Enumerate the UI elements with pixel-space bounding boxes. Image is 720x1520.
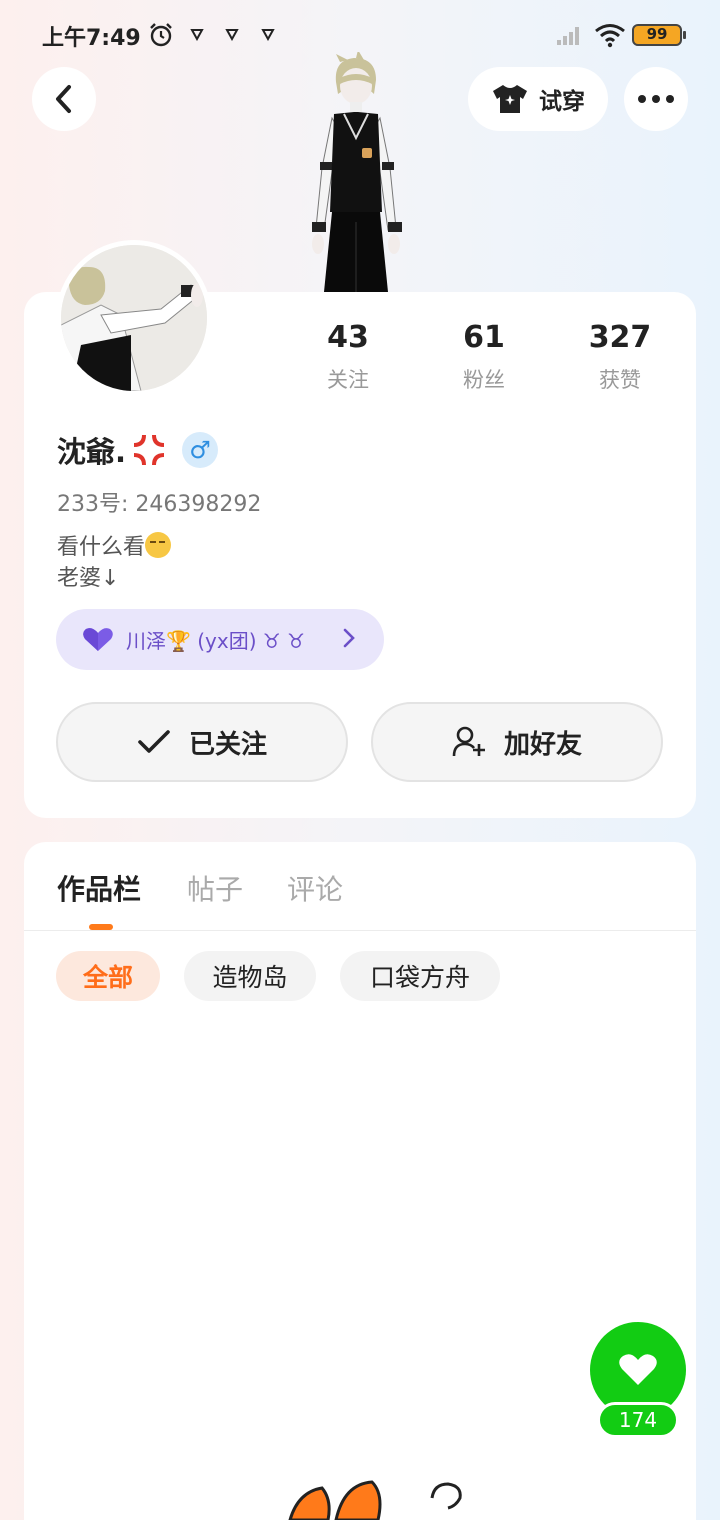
notification-icon bbox=[225, 29, 239, 41]
divider bbox=[24, 930, 696, 931]
check-icon bbox=[138, 730, 170, 753]
tab-comments[interactable]: 评论 bbox=[287, 868, 343, 908]
add-user-icon bbox=[452, 726, 485, 757]
add-friend-button[interactable]: 加好友 bbox=[371, 702, 663, 782]
stat-label: 关注 bbox=[327, 368, 369, 392]
anger-emoji-icon bbox=[133, 434, 165, 466]
more-button[interactable] bbox=[624, 67, 688, 131]
relationship-tag[interactable]: 川泽🏆 (yx团) ♉︎ ♉︎ bbox=[56, 609, 384, 670]
username-row: 沈爺. ♂ bbox=[57, 430, 219, 470]
like-count: 174 bbox=[597, 1402, 679, 1438]
stat-label: 获赞 bbox=[599, 368, 641, 392]
notification-icon bbox=[261, 29, 275, 41]
try-on-label: 试穿 bbox=[539, 89, 585, 115]
wifi-icon bbox=[595, 24, 625, 48]
avatar-character-figure bbox=[312, 52, 402, 292]
battery-indicator: 99 bbox=[632, 24, 686, 46]
more-dots-icon bbox=[638, 95, 674, 103]
add-friend-label: 加好友 bbox=[503, 729, 582, 760]
stat-following[interactable]: 43 关注 bbox=[288, 318, 408, 394]
stat-label: 粉丝 bbox=[463, 368, 505, 392]
works-card bbox=[24, 842, 696, 1520]
tshirt-icon bbox=[493, 85, 527, 113]
stat-value: 327 bbox=[588, 320, 652, 355]
stat-likes[interactable]: 327 获赞 bbox=[560, 318, 680, 394]
avatar-image bbox=[61, 245, 207, 391]
chevron-left-icon bbox=[56, 85, 71, 113]
filter-chip-creation-island[interactable]: 造物岛 bbox=[184, 951, 316, 1001]
back-button[interactable] bbox=[32, 67, 96, 131]
filter-chip-pocket-ark[interactable]: 口袋方舟 bbox=[340, 951, 500, 1001]
bio-line: 老婆↓ bbox=[57, 566, 120, 591]
gender-male-badge: ♂ bbox=[182, 432, 219, 468]
signal-icon bbox=[557, 27, 579, 45]
empty-state-illustration bbox=[288, 1480, 462, 1520]
heart-icon bbox=[619, 1354, 657, 1385]
followed-label: 已关注 bbox=[188, 729, 267, 760]
user-id: 233号: 246398292 bbox=[57, 492, 262, 517]
smirk-emoji-icon bbox=[145, 532, 172, 558]
tab-works[interactable]: 作品栏 bbox=[57, 868, 141, 908]
status-time: 上午7:49 bbox=[42, 26, 141, 51]
stat-value: 61 bbox=[463, 320, 505, 355]
filter-chip-all[interactable]: 全部 bbox=[56, 951, 160, 1001]
heart-icon bbox=[83, 627, 113, 651]
try-on-button[interactable]: 试穿 bbox=[468, 67, 608, 131]
bio-line: 看什么看 bbox=[57, 535, 146, 560]
chevron-right-icon bbox=[343, 628, 355, 648]
stat-followers[interactable]: 61 粉丝 bbox=[424, 318, 544, 394]
username: 沈爺. bbox=[57, 435, 127, 469]
tab-posts[interactable]: 帖子 bbox=[187, 868, 243, 908]
avatar[interactable] bbox=[56, 240, 212, 396]
stat-value: 43 bbox=[327, 320, 369, 355]
bio: 看什么看 老婆↓ bbox=[57, 532, 172, 594]
followed-button[interactable]: 已关注 bbox=[56, 702, 348, 782]
alarm-icon bbox=[150, 23, 172, 47]
notification-icon bbox=[190, 29, 204, 41]
relationship-tag-label: 川泽🏆 (yx团) ♉︎ ♉︎ bbox=[126, 629, 306, 653]
